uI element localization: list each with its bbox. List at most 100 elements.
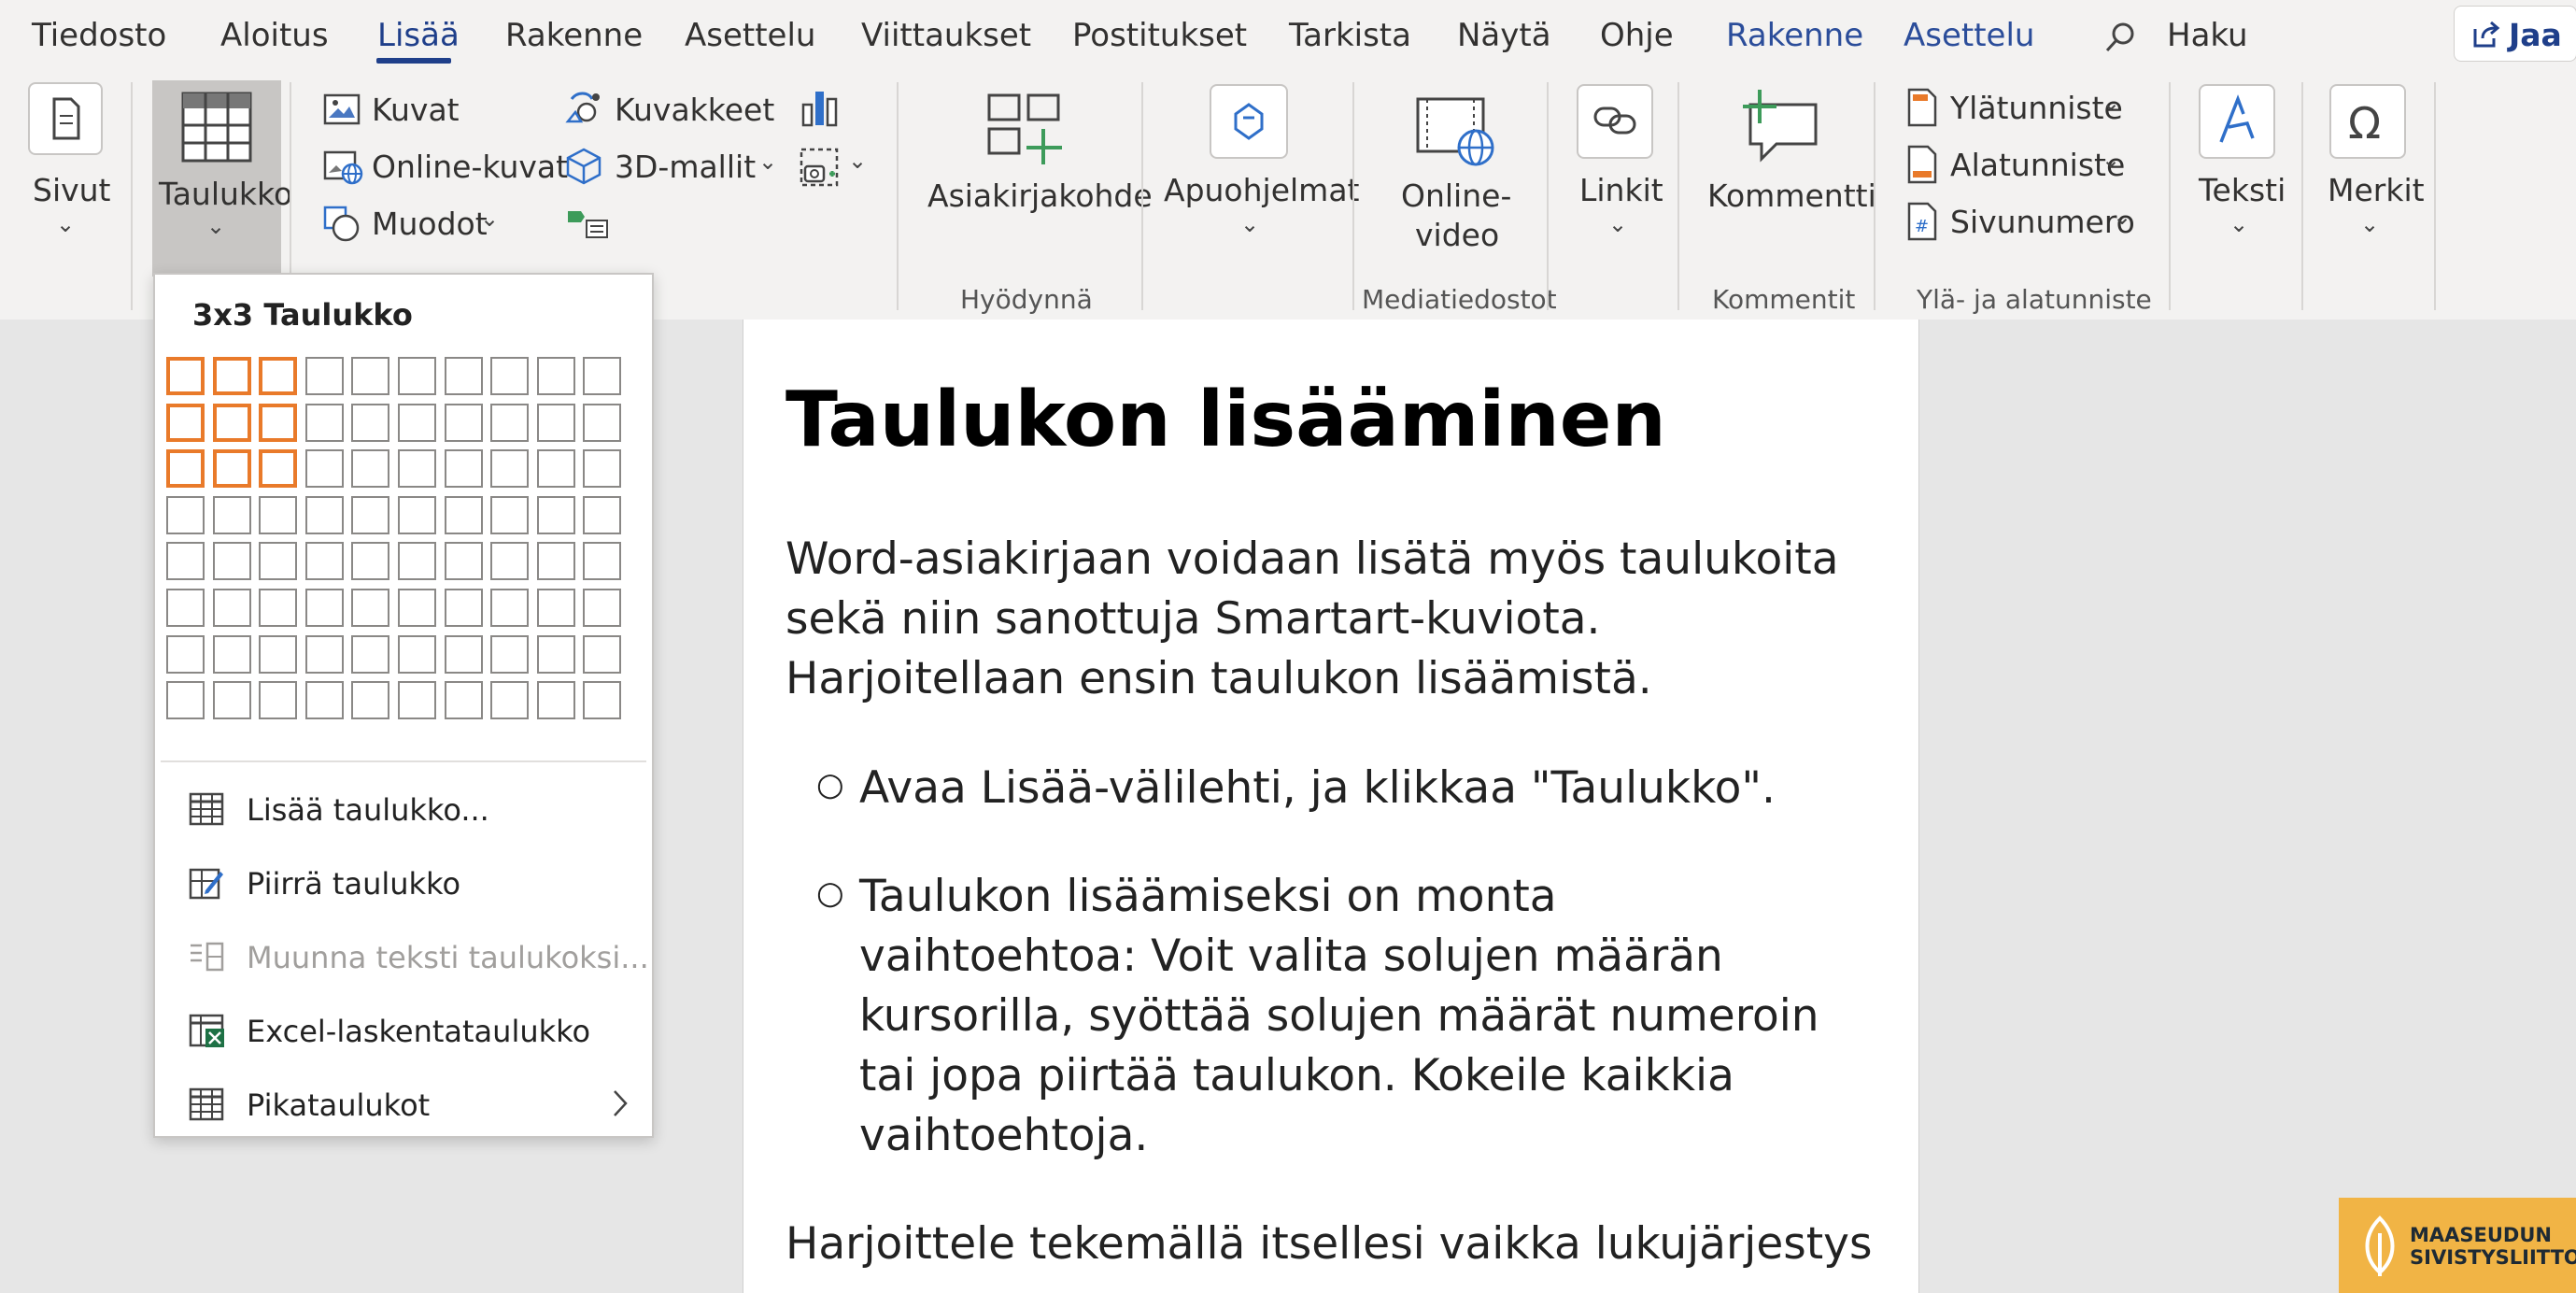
grid-cell[interactable] — [583, 403, 622, 442]
grid-cell[interactable] — [212, 495, 251, 534]
grid-cell[interactable] — [583, 495, 622, 534]
grid-cell[interactable] — [444, 542, 483, 581]
grid-cell[interactable] — [259, 495, 298, 534]
grid-cell[interactable] — [304, 634, 344, 674]
tab-postitukset[interactable]: Postitukset — [1072, 17, 1247, 54]
grid-cell[interactable] — [490, 449, 530, 489]
share-button[interactable]: Jaa — [2454, 6, 2576, 62]
grid-cell[interactable] — [351, 589, 390, 627]
grid-cell[interactable] — [304, 542, 344, 581]
grid-cell[interactable] — [583, 542, 622, 581]
grid-cell[interactable] — [304, 495, 344, 534]
grid-cell[interactable] — [351, 681, 390, 720]
tab-asettelu[interactable]: Asettelu — [685, 17, 815, 54]
grid-cell[interactable] — [536, 403, 575, 442]
grid-cell[interactable] — [304, 403, 344, 442]
pictures-button[interactable]: Kuvat — [323, 90, 547, 133]
icons-button[interactable]: Kuvakkeet — [564, 90, 774, 133]
grid-cell[interactable] — [398, 634, 436, 674]
grid-cell[interactable] — [212, 634, 251, 674]
chart-button[interactable] — [796, 86, 842, 133]
grid-cell[interactable] — [259, 634, 298, 674]
grid-cell[interactable] — [398, 403, 436, 442]
grid-cell[interactable] — [304, 449, 344, 489]
footer-button[interactable]: Alatunniste ⌄ — [1905, 145, 2130, 188]
header-button[interactable]: Ylätunniste ⌄ — [1905, 88, 2130, 131]
grid-cell[interactable] — [212, 403, 251, 442]
excel-spreadsheet-item[interactable]: Excel-laskentataulukko — [155, 997, 652, 1070]
grid-cell[interactable] — [351, 357, 390, 395]
grid-cell[interactable] — [536, 681, 575, 720]
grid-cell[interactable] — [166, 634, 205, 674]
draw-table-item[interactable]: Piirrä taulukko — [155, 849, 652, 922]
insert-table-item[interactable]: Lisää taulukko... — [155, 775, 652, 848]
document-item-button[interactable]: Asiakirjakohde — [920, 84, 1153, 271]
grid-cell[interactable] — [583, 681, 622, 720]
grid-cell[interactable] — [536, 449, 575, 489]
grid-cell[interactable] — [398, 449, 436, 489]
grid-cell[interactable] — [351, 634, 390, 674]
pages-button[interactable]: Sivut ⌄ — [9, 80, 121, 267]
grid-cell[interactable] — [490, 403, 530, 442]
tab-aloitus[interactable]: Aloitus — [220, 17, 329, 54]
grid-cell[interactable] — [444, 449, 483, 489]
grid-cell[interactable] — [166, 495, 205, 534]
symbols-button[interactable]: Ω Merkit ⌄ — [2318, 80, 2430, 267]
grid-cell[interactable] — [444, 357, 483, 395]
grid-cell[interactable] — [490, 589, 530, 627]
table-grid-picker[interactable] — [166, 357, 633, 731]
grid-cell[interactable] — [490, 357, 530, 395]
search-icon[interactable] — [2103, 21, 2137, 54]
grid-cell[interactable] — [444, 681, 483, 720]
grid-cell[interactable] — [212, 542, 251, 581]
tab-table-asettelu[interactable]: Asettelu — [1904, 17, 2034, 54]
grid-cell[interactable] — [490, 681, 530, 720]
grid-cell[interactable] — [398, 357, 436, 395]
grid-cell[interactable] — [536, 634, 575, 674]
text-button[interactable]: Teksti ⌄ — [2186, 80, 2288, 267]
grid-cell[interactable] — [259, 449, 298, 489]
grid-cell[interactable] — [212, 589, 251, 627]
grid-cell[interactable] — [351, 403, 390, 442]
grid-cell[interactable] — [212, 357, 251, 395]
grid-cell[interactable] — [490, 542, 530, 581]
grid-cell[interactable] — [398, 681, 436, 720]
grid-cell[interactable] — [536, 495, 575, 534]
addins-button[interactable]: Apuohjelmat ⌄ — [1158, 80, 1360, 267]
tab-nayta[interactable]: Näytä — [1457, 17, 1551, 54]
tab-ohje[interactable]: Ohje — [1600, 17, 1674, 54]
grid-cell[interactable] — [304, 357, 344, 395]
grid-cell[interactable] — [583, 357, 622, 395]
grid-cell[interactable] — [583, 634, 622, 674]
grid-cell[interactable] — [304, 681, 344, 720]
grid-cell[interactable] — [490, 634, 530, 674]
grid-cell[interactable] — [259, 403, 298, 442]
grid-cell[interactable] — [166, 542, 205, 581]
tab-tiedosto[interactable]: Tiedosto — [32, 17, 166, 54]
online-pictures-button[interactable]: Online-kuvat — [323, 147, 568, 190]
grid-cell[interactable] — [490, 495, 530, 534]
quick-tables-item[interactable]: Pikataulukot — [155, 1071, 652, 1144]
document-page[interactable]: Taulukon lisääminen Word-asiakirjaan voi… — [743, 320, 1919, 1293]
online-video-button[interactable]: Online- video — [1373, 84, 1532, 280]
grid-cell[interactable] — [583, 449, 622, 489]
grid-cell[interactable] — [212, 449, 251, 489]
grid-cell[interactable] — [166, 403, 205, 442]
tab-rakenne[interactable]: Rakenne — [505, 17, 643, 54]
page-number-button[interactable]: # Sivunumero ⌄ — [1905, 202, 2139, 245]
grid-cell[interactable] — [444, 634, 483, 674]
comment-button[interactable]: Kommentti — [1696, 84, 1876, 271]
search-label[interactable]: Haku — [2167, 17, 2248, 54]
grid-cell[interactable] — [304, 589, 344, 627]
grid-cell[interactable] — [259, 589, 298, 627]
grid-cell[interactable] — [351, 449, 390, 489]
tab-viittaukset[interactable]: Viittaukset — [861, 17, 1031, 54]
grid-cell[interactable] — [166, 589, 205, 627]
3d-models-button[interactable]: 3D-mallit ⌄ — [564, 147, 785, 190]
grid-cell[interactable] — [398, 589, 436, 627]
grid-cell[interactable] — [536, 357, 575, 395]
grid-cell[interactable] — [166, 449, 205, 489]
grid-cell[interactable] — [351, 495, 390, 534]
grid-cell[interactable] — [166, 357, 205, 395]
grid-cell[interactable] — [398, 542, 436, 581]
